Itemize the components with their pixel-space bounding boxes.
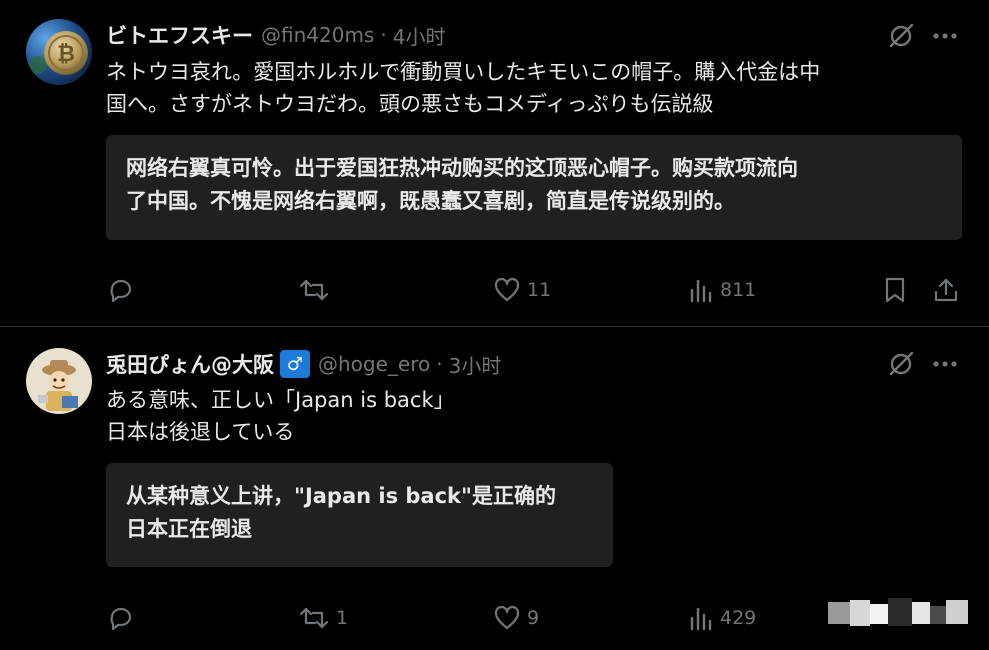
retweet-icon [298, 276, 330, 304]
svg-text:₿: ₿ [57, 42, 75, 67]
post-text-line: ある意味、正しい「Japan is back」 [106, 388, 455, 412]
retweet-button[interactable]: 1 [298, 600, 348, 636]
translation-line: 了中国。不愧是网络右翼啊，既愚蠢又喜剧，简直是传说级别的。 [126, 189, 735, 213]
translation-box: 从某种意义上讲，"Japan is back"是正确的 日本正在倒退 [106, 463, 613, 567]
bookmark-icon [882, 276, 908, 304]
retweet-button[interactable] [298, 272, 336, 308]
post-2[interactable]: 兎田ぴょん@大阪 ♂ @hoge_ero · 3小时 ある意味、正しい「Japa… [0, 327, 989, 650]
retweet-count: 1 [336, 607, 349, 629]
post-header: 兎田ぴょん@大阪 ♂ @hoge_ero · 3小时 [106, 347, 501, 381]
like-icon [493, 276, 521, 304]
like-button[interactable]: 11 [493, 272, 551, 308]
translation-line: 日本正在倒退 [126, 517, 252, 541]
post-text: ある意味、正しい「Japan is back」 日本は後退している [106, 384, 455, 448]
post-text: ネトウヨ哀れ。愛国ホルホルで衝動買いしたキモいこの帽子。購入代金は中 国へ。さす… [106, 56, 820, 120]
timestamp[interactable]: 3小时 [449, 350, 502, 379]
more-icon[interactable] [928, 20, 962, 52]
post-text-line: 日本は後退している [106, 420, 295, 444]
views-icon [688, 604, 714, 632]
avatar[interactable] [26, 348, 92, 414]
views-count: 811 [720, 279, 757, 301]
reply-icon [106, 276, 134, 304]
like-count: 9 [527, 607, 540, 629]
author-name[interactable]: 兎田ぴょん@大阪 [106, 349, 274, 379]
reply-icon [106, 604, 134, 632]
views-button[interactable]: 811 [688, 272, 756, 308]
post-1[interactable]: ₿ ビトエフスキー @fin420ms · 4小时 ネトウヨ哀れ。愛国ホルホルで… [0, 0, 989, 327]
avatar[interactable]: ₿ [26, 19, 92, 85]
timestamp[interactable]: 4小时 [393, 21, 446, 50]
post-header: ビトエフスキー @fin420ms · 4小时 [106, 18, 445, 52]
grok-icon[interactable] [885, 348, 917, 380]
share-button[interactable] [932, 272, 960, 308]
author-handle[interactable]: @fin420ms [261, 23, 374, 47]
share-icon [932, 276, 960, 304]
author-handle[interactable]: @hoge_ero [318, 352, 430, 376]
translation-line: 网络右翼真可怜。出于爱国狂热冲动购买的这顶恶心帽子。购买款项流向 [126, 156, 798, 180]
translation-box: 网络右翼真可怜。出于爱国狂热冲动购买的这顶恶心帽子。购买款项流向 了中国。不愧是… [106, 135, 962, 240]
pixelated-overlay [828, 596, 970, 632]
views-count: 429 [720, 607, 757, 629]
separator-dot: · [436, 352, 443, 376]
action-bar: 11 811 [0, 272, 989, 308]
views-icon [688, 276, 714, 304]
retweet-icon [298, 604, 330, 632]
like-count: 11 [527, 279, 552, 301]
views-button[interactable]: 429 [688, 600, 756, 636]
translation-line: 从某种意义上讲，"Japan is back"是正确的 [126, 484, 556, 508]
post-text-line: ネトウヨ哀れ。愛国ホルホルで衝動買いしたキモいこの帽子。購入代金は中 [106, 60, 821, 84]
reply-button[interactable] [106, 272, 134, 308]
grok-icon[interactable] [885, 20, 917, 52]
male-sign-emoji: ♂ [280, 350, 310, 378]
like-icon [493, 604, 521, 632]
author-name[interactable]: ビトエフスキー [106, 20, 253, 50]
more-icon[interactable] [928, 348, 962, 380]
post-text-line: 国へ。さすがネトウヨだわ。頭の悪さもコメディっぷりも伝説級 [106, 92, 714, 116]
separator-dot: · [380, 23, 387, 47]
bookmark-button[interactable] [882, 272, 908, 308]
reply-button[interactable] [106, 600, 134, 636]
like-button[interactable]: 9 [493, 600, 539, 636]
